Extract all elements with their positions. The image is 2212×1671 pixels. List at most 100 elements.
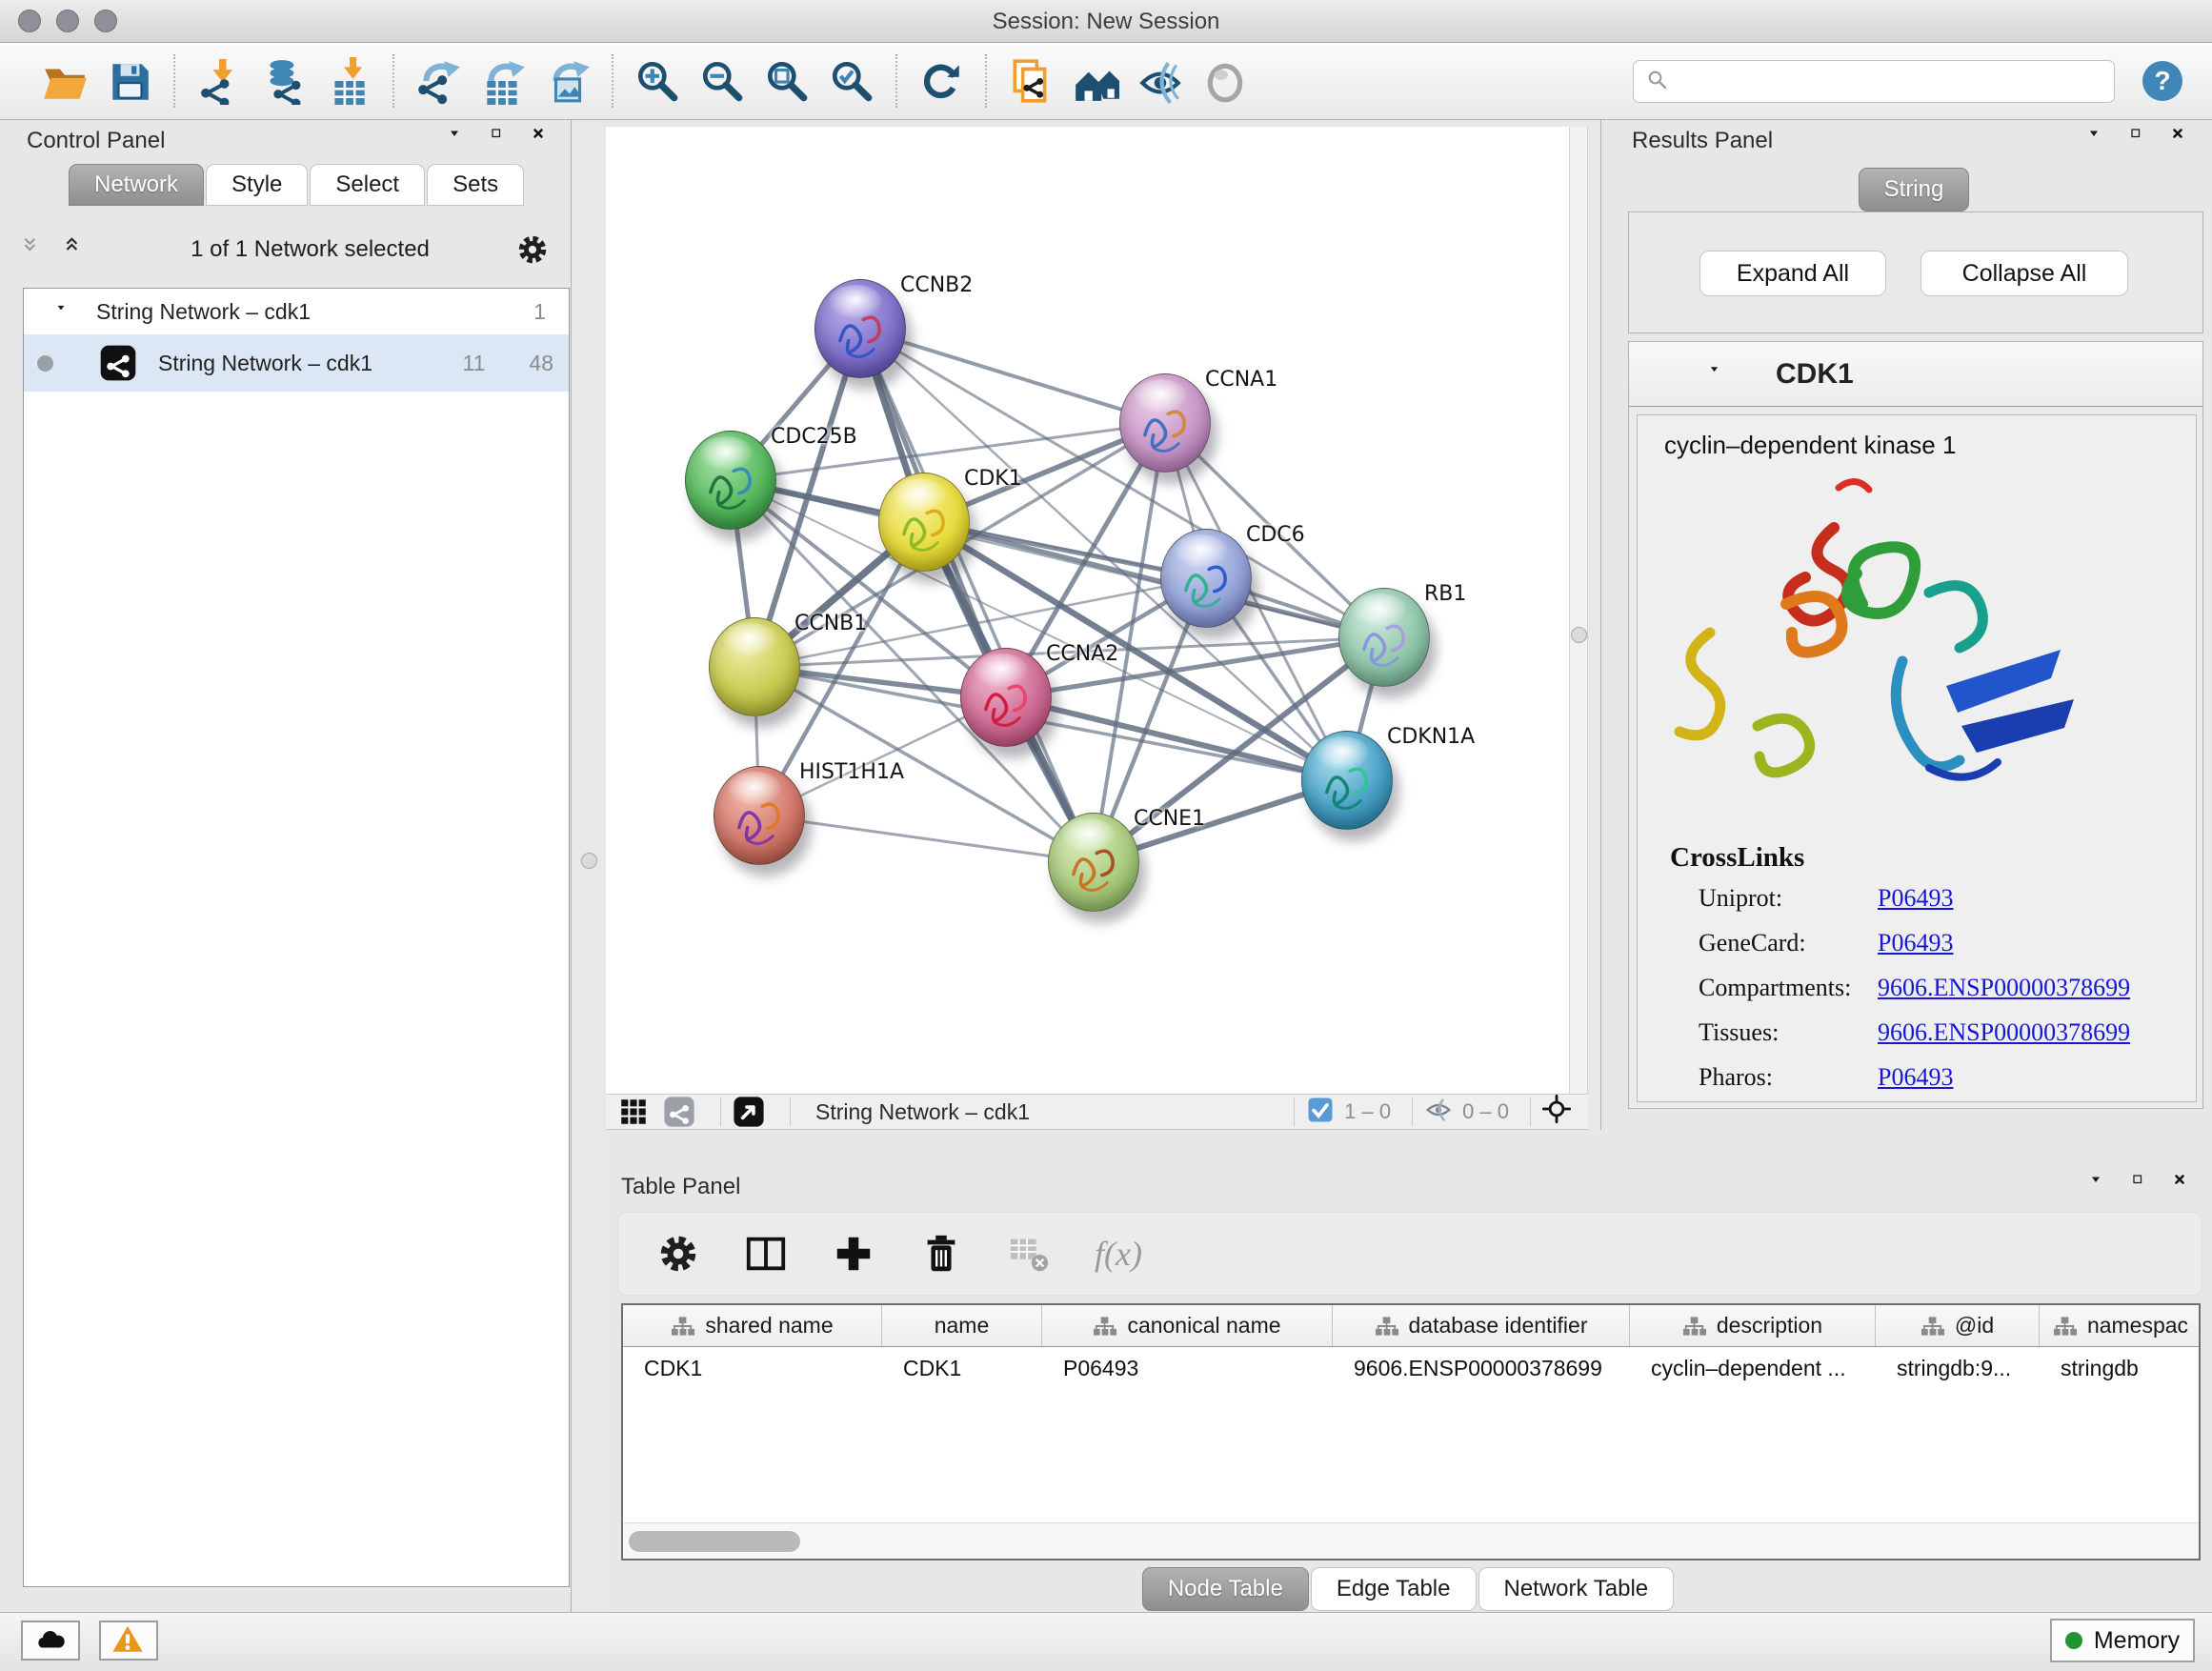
first-neighbors-button[interactable] (1069, 54, 1122, 108)
network-collection-row[interactable]: String Network – cdk1 1 (24, 289, 569, 334)
network-node-ccne1[interactable] (1048, 813, 1139, 912)
string-view-icon[interactable] (663, 1096, 695, 1128)
network-node-cdk1[interactable] (878, 473, 970, 572)
splitter-grip[interactable] (581, 853, 597, 869)
search-input[interactable] (1672, 63, 2102, 99)
panel-maximize-icon[interactable] (491, 128, 513, 155)
warnings-button[interactable] (99, 1621, 158, 1661)
tab-string[interactable]: String (1859, 168, 1969, 211)
collection-expand-icon[interactable] (56, 302, 75, 321)
zoom-out-button[interactable] (695, 54, 749, 108)
memory-button[interactable]: Memory (2050, 1619, 2195, 1662)
zoom-selected-button[interactable] (825, 54, 878, 108)
tab-network[interactable]: Network (69, 164, 204, 206)
table-cell[interactable]: stringdb (2040, 1347, 2201, 1389)
network-node-ccnb2[interactable] (814, 279, 906, 378)
crosslink-link[interactable]: P06493 (1878, 929, 1953, 957)
panel-maximize-icon[interactable] (2132, 1174, 2155, 1201)
crosslink-link[interactable]: P06493 (1878, 1063, 1953, 1092)
table-cell[interactable]: stringdb:9... (1876, 1347, 2040, 1389)
tab-style[interactable]: Style (206, 164, 308, 206)
apply-layout-button[interactable] (915, 54, 968, 108)
import-network-button[interactable] (192, 54, 246, 108)
network-node-rb1[interactable] (1338, 588, 1430, 687)
export-table-button[interactable] (476, 54, 530, 108)
tab-network-table[interactable]: Network Table (1478, 1567, 1675, 1611)
expand-all-icon[interactable] (63, 235, 91, 264)
panel-close-icon[interactable] (2174, 1174, 2197, 1201)
panel-close-icon[interactable] (533, 128, 555, 155)
import-table-button[interactable] (322, 54, 375, 108)
network-canvas[interactable]: CCNB2 CCNA1 CDC25B CDK1 CDC6 RB1CCNB1 CC… (606, 127, 1569, 1094)
export-network-button[interactable] (412, 54, 465, 108)
column-header--id[interactable]: @id (1876, 1305, 2040, 1346)
panel-float-icon[interactable] (2088, 128, 2111, 155)
panel-float-icon[interactable] (2090, 1174, 2113, 1201)
import-database-button[interactable] (257, 54, 311, 108)
collapse-all-icon[interactable] (21, 235, 50, 264)
table-cell[interactable]: CDK1 (623, 1347, 882, 1389)
panel-splitter-vertical[interactable] (1569, 127, 1588, 1094)
zoom-fit-button[interactable] (760, 54, 814, 108)
network-node-cdc6[interactable] (1160, 529, 1252, 628)
crosslink-label: Uniprot: (1699, 884, 1782, 912)
table-cell[interactable]: 9606.ENSP00000378699 (1333, 1347, 1630, 1389)
column-header-namespac[interactable]: namespac (2040, 1305, 2201, 1346)
network-row-selected[interactable]: String Network – cdk1 11 48 (24, 334, 569, 392)
search-box[interactable] (1633, 60, 2115, 103)
column-header-database-identifier[interactable]: database identifier (1333, 1305, 1630, 1346)
panel-maximize-icon[interactable] (2130, 128, 2153, 155)
save-session-button[interactable] (103, 54, 156, 108)
fit-content-icon[interactable] (1542, 1095, 1577, 1129)
tab-sets[interactable]: Sets (427, 164, 524, 206)
section-collapse-icon[interactable] (1709, 364, 1730, 385)
collapse-all-button[interactable]: Collapse All (1920, 251, 2128, 296)
protein-section-header[interactable]: CDK1 (1629, 342, 2202, 407)
export-image-button[interactable] (541, 54, 594, 108)
network-node-cdc25b[interactable] (685, 431, 776, 530)
tab-node-table[interactable]: Node Table (1142, 1567, 1309, 1611)
crosslink-link[interactable]: 9606.ENSP00000378699 (1878, 974, 2130, 1002)
node-table[interactable]: shared namenamecanonical namedatabase id… (621, 1303, 2201, 1560)
help-button[interactable]: ? (2140, 58, 2185, 104)
cloud-status-button[interactable] (21, 1621, 80, 1661)
clone-network-button[interactable] (1004, 54, 1057, 108)
grid-view-icon[interactable] (617, 1096, 650, 1128)
table-cell[interactable]: CDK1 (882, 1347, 1042, 1389)
network-view-toolbar: String Network – cdk1 1 – 0 0 – 0 (606, 1094, 1588, 1130)
table-horizontal-scrollbar[interactable] (623, 1522, 2199, 1559)
splitter-grip[interactable] (1571, 627, 1587, 643)
network-node-ccnb1[interactable] (709, 617, 800, 716)
delete-column-icon[interactable] (919, 1232, 963, 1276)
panel-float-icon[interactable] (449, 128, 472, 155)
table-options-gear-icon[interactable] (656, 1232, 700, 1276)
column-header-canonical-name[interactable]: canonical name (1042, 1305, 1333, 1346)
network-node-cdkn1a[interactable] (1301, 731, 1393, 830)
network-node-ccna1[interactable] (1119, 373, 1211, 473)
show-columns-icon[interactable] (744, 1232, 788, 1276)
crosslink-link[interactable]: 9606.ENSP00000378699 (1878, 1018, 2130, 1047)
table-cell[interactable]: cyclin–dependent ... (1630, 1347, 1876, 1389)
network-edge[interactable] (759, 815, 1094, 862)
scrollbar-thumb[interactable] (629, 1531, 800, 1552)
table-cell[interactable]: P06493 (1042, 1347, 1333, 1389)
table-row[interactable]: CDK1CDK1P064939606.ENSP00000378699cyclin… (623, 1347, 2199, 1389)
add-column-icon[interactable] (832, 1232, 875, 1276)
detach-view-icon[interactable] (733, 1096, 765, 1128)
selected-checkbox-icon[interactable] (1306, 1096, 1335, 1129)
tab-select[interactable]: Select (310, 164, 425, 206)
crosslink-link[interactable]: P06493 (1878, 884, 1953, 913)
column-header-shared-name[interactable]: shared name (623, 1305, 882, 1346)
zoom-in-button[interactable] (631, 54, 684, 108)
panel-close-icon[interactable] (2172, 128, 2195, 155)
column-header-name[interactable]: name (882, 1305, 1042, 1346)
hide-selected-button[interactable] (1134, 54, 1187, 108)
expand-all-button[interactable]: Expand All (1699, 251, 1886, 296)
column-header-description[interactable]: description (1630, 1305, 1876, 1346)
open-session-button[interactable] (38, 54, 91, 108)
network-node-hist1h1a[interactable] (714, 766, 805, 865)
network-edge[interactable] (860, 329, 1165, 423)
network-node-ccna2[interactable] (960, 648, 1052, 747)
tab-edge-table[interactable]: Edge Table (1311, 1567, 1477, 1611)
network-options-gear-icon[interactable] (515, 232, 550, 267)
